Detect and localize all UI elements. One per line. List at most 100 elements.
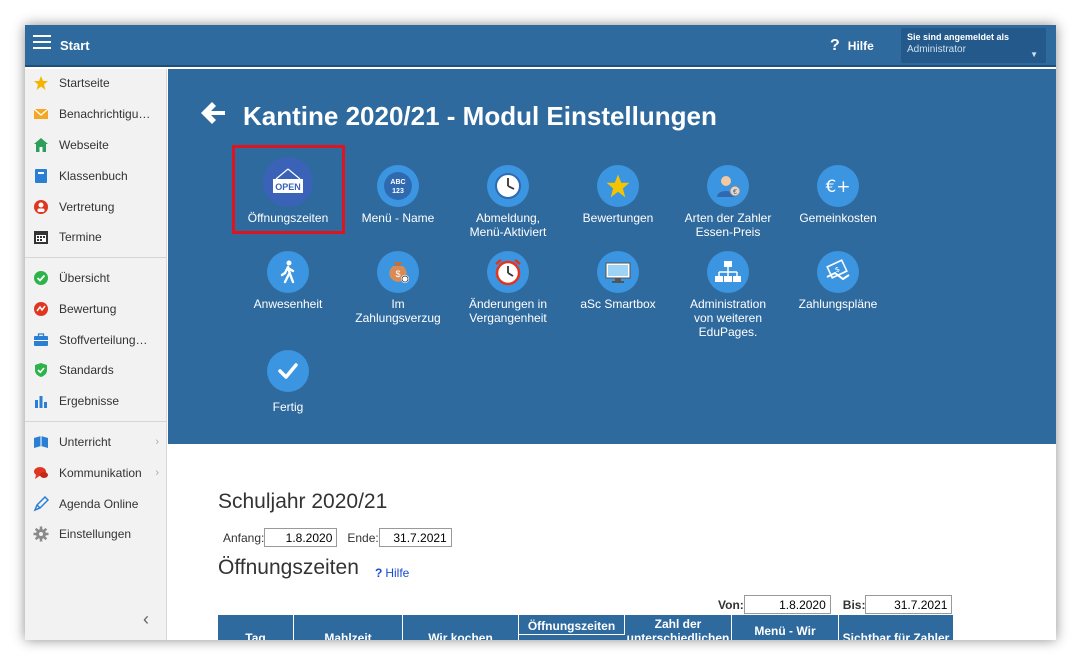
sidebar-item-label: Startseite	[59, 76, 110, 90]
tile-im-zahlungsverzug[interactable]: $ Im Zahlungsverzug	[343, 251, 453, 325]
tile-label-line2: Vergangenheit	[469, 311, 547, 325]
chat-icon	[33, 465, 49, 481]
sidebar-item-ergebnisse[interactable]: Ergebnisse	[25, 389, 167, 413]
tile-label-line2: Zahlungsverzug	[355, 311, 441, 325]
sidebar-item-label: Webseite	[59, 138, 109, 152]
sidebar-item-webseite[interactable]: Webseite	[25, 133, 167, 157]
house-icon	[33, 137, 49, 153]
tile-label: Fertig	[272, 400, 304, 414]
book-icon	[33, 168, 49, 184]
column-header[interactable]: Sichtbar für Zahler	[839, 615, 953, 640]
sidebar-item-kommunikation[interactable]: Kommunikation ›	[25, 461, 167, 485]
start-date-field[interactable]: 1.8.2020	[264, 528, 338, 547]
sidebar-item-agenda-online[interactable]: Agenda Online	[25, 492, 167, 516]
tile-label: Öffnungszeiten	[247, 211, 329, 225]
column-header[interactable]: Tag	[218, 615, 294, 640]
tile-oeffnungszeiten[interactable]: OPEN Öffnungszeiten	[233, 157, 343, 225]
open-book-icon	[33, 434, 49, 450]
envelope-icon	[33, 106, 49, 122]
star-icon	[597, 165, 639, 207]
tile-fertig[interactable]: Fertig	[233, 350, 343, 414]
to-date-field[interactable]: 31.7.2021	[865, 595, 953, 614]
pen-icon	[33, 496, 49, 512]
grade-icon	[33, 301, 49, 317]
column-header[interactable]: Wir kochen	[403, 615, 519, 640]
payer-icon: €	[707, 165, 749, 207]
open-sign-icon: OPEN	[263, 157, 313, 207]
tile-label: aSc Smartbox	[580, 297, 656, 311]
chevron-right-icon: ›	[155, 467, 159, 479]
sidebar-divider	[25, 421, 167, 422]
hierarchy-icon	[707, 251, 749, 293]
sidebar-item-uebersicht[interactable]: Übersicht	[25, 266, 167, 290]
app-window: Start ? Hilfe Sie sind angemeldet als Ad…	[25, 25, 1056, 640]
page-title: Kantine 2020/21 - Modul Einstellungen	[243, 101, 717, 131]
sidebar-item-unterricht[interactable]: Unterricht ›	[25, 430, 167, 454]
check-circle-icon	[33, 270, 49, 286]
tile-asc-smartbox[interactable]: aSc Smartbox	[563, 251, 673, 311]
star-icon	[33, 75, 49, 91]
sidebar-item-label: Klassenbuch	[59, 169, 128, 183]
sidebar-item-label: Unterricht	[59, 435, 112, 449]
clock-icon	[487, 165, 529, 207]
sidebar-item-standards[interactable]: Standards	[25, 358, 167, 382]
tile-zahlungsplaene[interactable]: $ Zahlungspläne	[783, 251, 893, 311]
tile-label-line2: von weiteren	[693, 311, 763, 325]
tile-abmeldung[interactable]: Abmeldung, Menü-Aktiviert	[453, 165, 563, 239]
tile-label: Abmeldung,	[475, 211, 541, 225]
column-header[interactable]: Öffnungszeiten	[519, 615, 625, 635]
tile-gemeinkosten[interactable]: €+ Gemeinkosten	[783, 165, 893, 225]
sidebar-item-label: Einstellungen	[59, 527, 132, 541]
money-bag-icon: $	[377, 251, 419, 293]
user-menu[interactable]: Sie sind angemeldet als Administrator ▼	[901, 28, 1046, 63]
sidebar-item-vertretung[interactable]: Vertretung	[25, 195, 167, 219]
help-button[interactable]: ? Hilfe	[830, 37, 874, 55]
euro-plus-icon: €+	[817, 165, 859, 207]
tile-label: Gemeinkosten	[799, 211, 877, 225]
svg-text:ABC: ABC	[390, 179, 405, 186]
svg-text:€: €	[733, 189, 737, 196]
end-date-field[interactable]: 31.7.2021	[378, 528, 452, 547]
sidebar-item-bewertung[interactable]: Bewertung	[25, 297, 167, 321]
to-label: Bis:	[842, 597, 866, 612]
handshake-icon: $	[817, 251, 859, 293]
from-to-range: Von: 1.8.2020 Bis: 31.7.2021	[718, 595, 953, 614]
sidebar-item-klassenbuch[interactable]: Klassenbuch	[25, 164, 167, 188]
tile-menue-name[interactable]: ABC 123 Menü - Name	[343, 165, 453, 225]
sidebar-item-label: Kommunikation	[59, 466, 142, 480]
help-label: Hilfe	[847, 39, 874, 53]
sidebar-item-einstellungen[interactable]: Einstellungen	[25, 522, 167, 546]
alarm-clock-icon	[487, 251, 529, 293]
user-logged-in-label: Sie sind angemeldet als	[907, 32, 1010, 42]
column-header[interactable]: Zahl der unterschiedlichen	[625, 615, 732, 640]
sidebar-item-stoffverteilungsplan[interactable]: Stoffverteilungsplan	[25, 328, 167, 352]
tile-bewertungen[interactable]: Bewertungen	[563, 165, 673, 225]
sidebar-item-label: Übersicht	[59, 271, 110, 285]
tile-label: Zahlungspläne	[798, 297, 878, 311]
chevron-right-icon: ›	[155, 436, 159, 448]
user-name: Administrator	[907, 44, 966, 55]
sidebar-item-startseite[interactable]: Startseite	[25, 71, 167, 95]
hamburger-menu-icon[interactable]	[33, 35, 51, 51]
sidebar-item-label: Termine	[59, 230, 102, 244]
tile-arten-der-zahler[interactable]: € Arten der Zahler Essen-Preis	[673, 165, 783, 239]
tile-label: Bewertungen	[582, 211, 654, 225]
svg-text:123: 123	[392, 188, 404, 195]
from-date-field[interactable]: 1.8.2020	[743, 595, 831, 614]
tile-label-line3: EduPages.	[698, 325, 758, 339]
tile-anwesenheit[interactable]: Anwesenheit	[233, 251, 343, 311]
opening-hours-table-header: Tag Mahlzeit Wir kochen Öffnungszeiten Z…	[218, 615, 953, 640]
opening-help-link[interactable]: ? Hilfe	[375, 566, 409, 580]
back-arrow-icon[interactable]	[201, 101, 227, 125]
collapse-sidebar-icon[interactable]: ‹	[143, 609, 149, 630]
sidebar-item-label: Agenda Online	[59, 497, 139, 511]
start-button[interactable]: Start	[60, 38, 90, 53]
column-header[interactable]: Menü - Wir	[732, 615, 839, 640]
tile-administration-edupages[interactable]: Administration von weiteren EduPages.	[673, 251, 783, 339]
sidebar-item-benachrichtigungen[interactable]: Benachrichtigungen	[25, 102, 167, 126]
sidebar-item-termine[interactable]: Termine	[25, 225, 167, 249]
tile-aenderungen-in-vergangenheit[interactable]: Änderungen in Vergangenheit	[453, 251, 563, 325]
monitor-icon	[597, 251, 639, 293]
top-bar: Start ? Hilfe Sie sind angemeldet als Ad…	[25, 25, 1056, 67]
column-header[interactable]: Mahlzeit	[294, 615, 403, 640]
